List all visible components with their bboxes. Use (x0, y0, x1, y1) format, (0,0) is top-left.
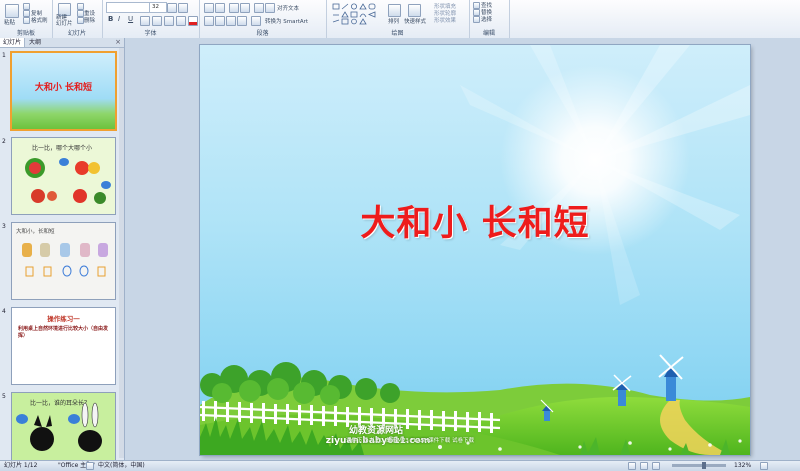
slideshow-icon[interactable] (652, 462, 660, 470)
normal-view-icon[interactable] (628, 462, 636, 470)
italic-button[interactable]: I (118, 15, 120, 23)
pane-tabs: 幻灯片 大纲 × (0, 38, 124, 48)
ribbon: 粘贴 复制 格式刷 剪贴板 新建 幻灯片 重设 删除 幻灯片 32 B I U … (0, 0, 800, 39)
increase-indent-icon[interactable] (240, 3, 250, 13)
thumb-text: 利用桌上自然环境进行比较大小（自由发挥） (18, 326, 109, 339)
bullets-icon[interactable] (204, 3, 214, 13)
shapes-gallery[interactable] (332, 3, 382, 25)
arrange-button[interactable]: 排列 (388, 17, 399, 25)
font-name-box[interactable] (106, 2, 150, 13)
site-subtitle: 课件下载 儿歌、故事MP3 FLASH课件下载 试卷下载 (345, 438, 475, 444)
slide-number: 2 (2, 138, 6, 145)
editing-group: 查找 替换 选择 编辑 (469, 0, 510, 38)
line-spacing-icon[interactable] (254, 3, 264, 13)
grow-font-icon[interactable] (167, 3, 177, 13)
slide-number: 5 (2, 393, 6, 400)
paste-button[interactable]: 粘贴 (4, 18, 15, 26)
justify-icon[interactable] (237, 16, 247, 26)
slide-background-art (200, 45, 750, 455)
char-spacing-icon[interactable] (164, 16, 174, 26)
format-painter-button[interactable]: 格式刷 (31, 16, 48, 24)
change-case-icon[interactable] (176, 16, 186, 26)
underline-button[interactable]: U (128, 15, 133, 23)
slide-number: 4 (2, 308, 6, 315)
slide-thumbnail-4[interactable]: 操作练习一 利用桌上自然环境进行比较大小（自由发挥） (11, 307, 116, 385)
font-label: 字体 (144, 30, 157, 37)
pane-scrollbar[interactable] (119, 48, 124, 458)
align-center-icon[interactable] (215, 16, 225, 26)
thumb-title: 大和小 长和短 (34, 83, 93, 93)
layout-icon[interactable] (77, 3, 84, 10)
align-right-icon[interactable] (226, 16, 236, 26)
copy-icon[interactable] (23, 10, 30, 17)
close-pane-icon[interactable]: × (115, 38, 121, 47)
shadow-icon[interactable] (152, 16, 162, 26)
shrink-font-icon[interactable] (178, 3, 188, 13)
slide-number: 1 (2, 52, 6, 59)
align-text-button[interactable]: 对齐文本 (277, 4, 299, 12)
slide-number: 3 (2, 223, 6, 230)
quick-styles-icon[interactable] (408, 4, 421, 17)
delete-icon[interactable] (77, 17, 84, 24)
windmill-large (658, 354, 684, 401)
tab-outline[interactable]: 大纲 (26, 38, 44, 47)
shape-effects-button[interactable]: 形状效果 (434, 16, 456, 24)
slide-title[interactable]: 大和小 长和短 (200, 195, 750, 246)
align-left-icon[interactable] (204, 16, 214, 26)
delete-button[interactable]: 删除 (84, 16, 95, 24)
bold-button[interactable]: B (108, 15, 113, 23)
replace-icon[interactable] (473, 9, 480, 16)
convert-smartart-button[interactable]: 转换为 SmartArt (265, 17, 308, 25)
clipboard-group: 粘贴 复制 格式刷 剪贴板 (0, 0, 53, 38)
paragraph-group: 对齐文本 转换为 SmartArt 段落 (199, 0, 327, 38)
arrange-icon[interactable] (388, 4, 401, 17)
zoom-slider-knob[interactable] (702, 462, 706, 469)
editing-label: 编辑 (482, 30, 495, 37)
slide-canvas[interactable]: 大和小 长和短 幼教资源网站 ziyuan.baby611.com 课件下载 儿… (200, 45, 750, 455)
cut-icon[interactable] (23, 3, 30, 10)
numbering-icon[interactable] (215, 3, 225, 13)
drawing-label: 绘图 (391, 30, 404, 37)
slide-thumbnail-3[interactable]: 大和小，长和短 (11, 222, 116, 300)
status-bar: 幻灯片 1/12 "Office 主题" 中文(简体，中国) 132% (0, 460, 800, 471)
slide-thumbnail-5[interactable]: 比一比，谁的耳朵长？ (11, 392, 116, 460)
thumb-title: 操作练习一 (47, 315, 80, 323)
slides-group: 新建 幻灯片 重设 删除 幻灯片 (52, 0, 103, 38)
select-icon[interactable] (473, 16, 480, 23)
slides-pane: 幻灯片 大纲 × 1 大和小 长和短 2 比一比，哪个大哪个小 3 大和小，长和… (0, 38, 125, 460)
slide-thumbnail-2[interactable]: 比一比，哪个大哪个小 (11, 137, 116, 215)
text-direction-icon[interactable] (265, 3, 275, 13)
select-button[interactable]: 选择 (481, 15, 492, 23)
tab-slides[interactable]: 幻灯片 (0, 38, 26, 47)
columns-icon[interactable] (251, 16, 261, 26)
decrease-indent-icon[interactable] (229, 3, 239, 13)
slide-thumbnail-1[interactable]: 大和小 长和短 (10, 51, 117, 131)
reset-icon[interactable] (77, 10, 84, 17)
font-group: 32 B I U 字体 (102, 0, 200, 38)
format-painter-icon[interactable] (23, 17, 30, 24)
paragraph-label: 段落 (256, 30, 269, 37)
quick-styles-button[interactable]: 快速样式 (404, 17, 426, 25)
strikethrough-icon[interactable] (140, 16, 150, 26)
font-color-icon[interactable] (188, 16, 198, 26)
slide-sorter-icon[interactable] (640, 462, 648, 470)
find-icon[interactable] (473, 2, 480, 9)
site-name-text: 幼教资源网站 (348, 426, 403, 436)
slides-label: 幻灯片 (67, 30, 86, 37)
paste-icon[interactable] (5, 4, 19, 18)
clipboard-label: 剪贴板 (16, 30, 35, 37)
zoom-slider[interactable] (672, 464, 726, 467)
spellcheck-icon[interactable] (86, 462, 94, 470)
new-slide-button[interactable]: 新建 幻灯片 (56, 15, 73, 27)
drawing-group: 排列 快速样式 形状填充 形状轮廓 形状效果 绘图 (326, 0, 470, 38)
fit-to-window-icon[interactable] (760, 462, 768, 470)
font-size-box[interactable]: 32 (149, 2, 167, 13)
